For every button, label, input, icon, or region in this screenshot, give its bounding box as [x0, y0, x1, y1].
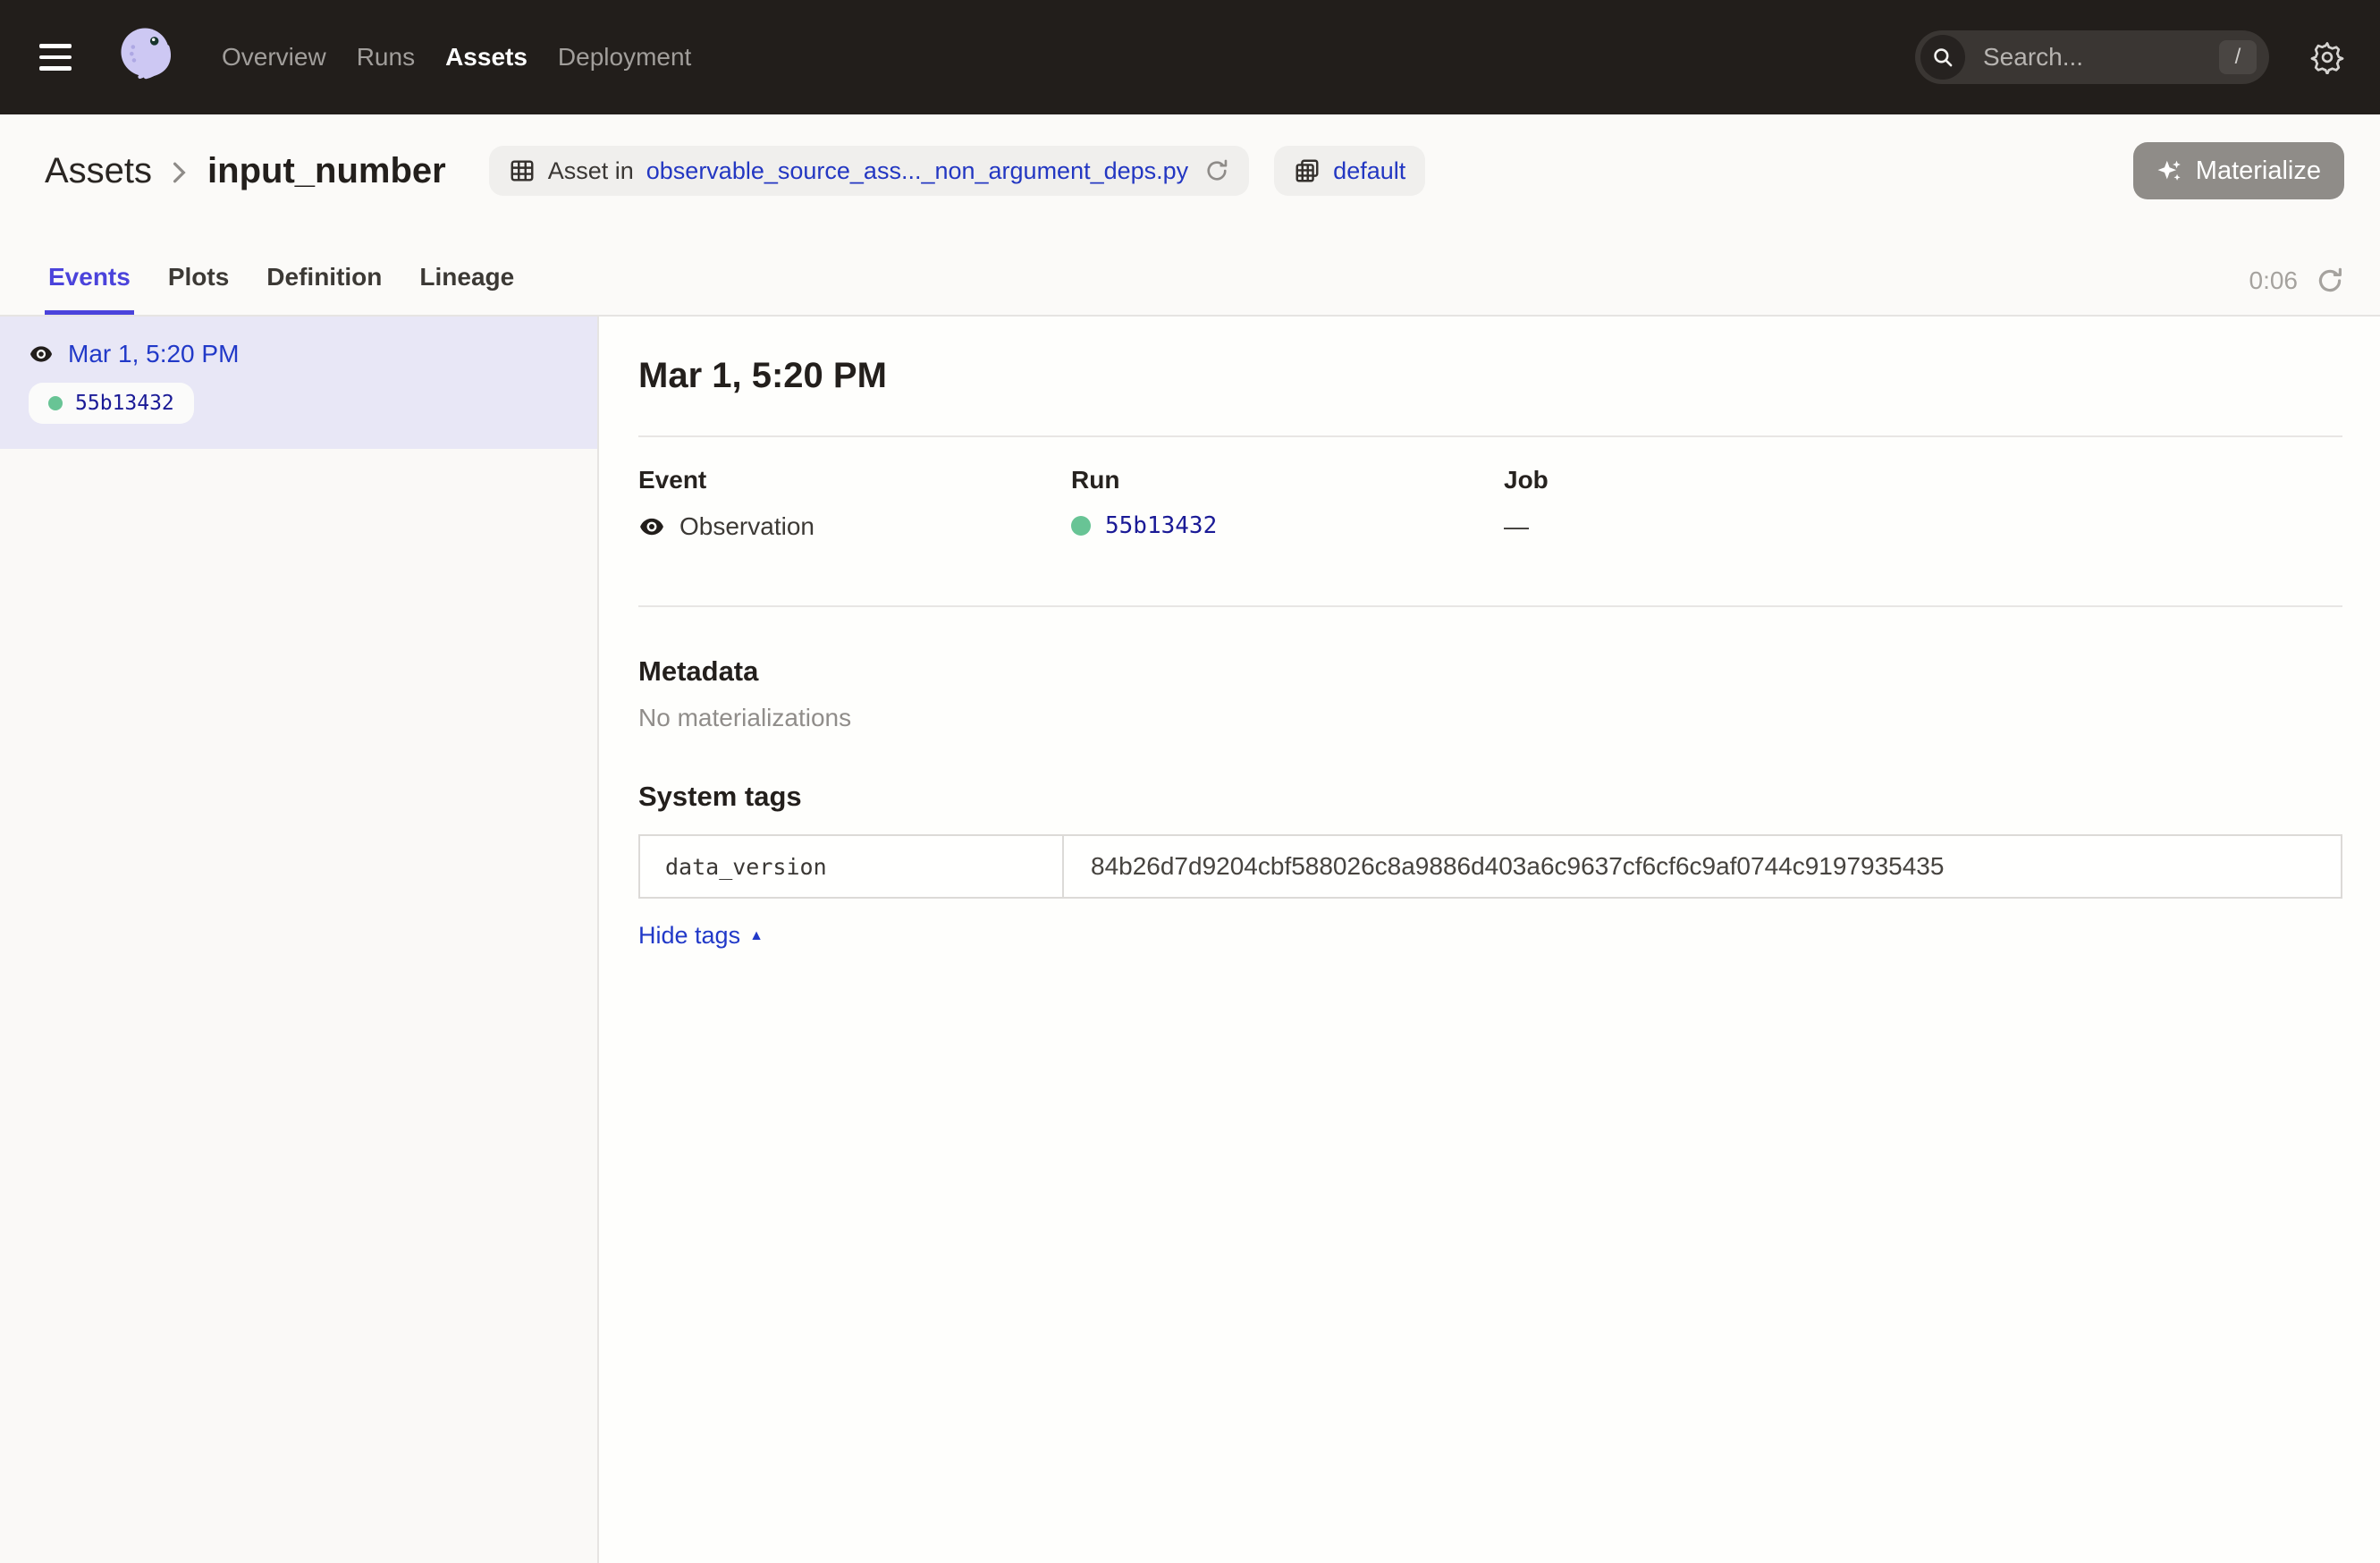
breadcrumb: Assets input_number Asset in observable_…: [45, 146, 1425, 196]
page-header: Assets input_number Asset in observable_…: [0, 114, 2380, 227]
materialize-label: Materialize: [2196, 156, 2321, 186]
job-column: Job —: [1504, 466, 2342, 541]
nav-item-deployment[interactable]: Deployment: [558, 43, 691, 72]
nav-item-assets[interactable]: Assets: [445, 43, 527, 72]
events-sidebar: Mar 1, 5:20 PM 55b13432: [0, 317, 599, 1563]
event-detail-title: Mar 1, 5:20 PM: [638, 356, 2342, 396]
top-nav: Overview Runs Assets Deployment Search..…: [0, 0, 2380, 114]
asset-file-link[interactable]: observable_source_ass..._non_argument_de…: [646, 157, 1188, 185]
table-grid-icon: [509, 157, 536, 184]
tabs-bar: Events Plots Definition Lineage 0:06: [0, 227, 2380, 317]
repo-grid-icon: [1294, 157, 1321, 184]
run-status-dot: [1071, 516, 1091, 536]
materialize-button[interactable]: Materialize: [2133, 142, 2344, 199]
repo-badge: default: [1274, 146, 1425, 196]
run-column: Run 55b13432: [1071, 466, 1504, 541]
job-value: —: [1504, 512, 1529, 541]
tab-lineage[interactable]: Lineage: [416, 263, 518, 315]
divider: [638, 605, 2342, 607]
tabs: Events Plots Definition Lineage: [45, 263, 518, 315]
run-column-label: Run: [1071, 466, 1504, 494]
page-body: Mar 1, 5:20 PM 55b13432 Mar 1, 5:20 PM E…: [0, 317, 2380, 1563]
nav-item-runs[interactable]: Runs: [357, 43, 415, 72]
metadata-heading: Metadata: [638, 655, 2342, 688]
reload-definitions-icon[interactable]: [1204, 158, 1229, 183]
sparkle-icon: [2156, 157, 2183, 184]
search-icon: [1920, 35, 1965, 80]
search-input[interactable]: Search... /: [1915, 30, 2269, 84]
system-tags-heading: System tags: [638, 781, 2342, 813]
asset-location-badge: Asset in observable_source_ass..._non_ar…: [489, 146, 1249, 196]
tag-value-cell: 84b26d7d9204cbf588026c8a9886d403a6c9637c…: [1064, 836, 2341, 897]
primary-nav: Overview Runs Assets Deployment: [222, 43, 691, 72]
dagster-logo[interactable]: [111, 20, 186, 95]
observation-eye-icon: [638, 513, 665, 540]
page-title: input_number: [207, 151, 446, 191]
refresh-countdown: 0:06: [2249, 266, 2299, 295]
hamburger-menu-icon[interactable]: [39, 39, 82, 75]
metadata-empty-text: No materializations: [638, 704, 2342, 732]
run-id-text: 55b13432: [75, 392, 174, 415]
refresh-region: 0:06: [2249, 266, 2345, 315]
observation-eye-icon: [29, 342, 54, 367]
nav-item-overview[interactable]: Overview: [222, 43, 326, 72]
nav-right: Search... /: [1915, 30, 2344, 84]
chevron-right-icon: [172, 161, 188, 184]
event-column: Event Observation: [638, 466, 1071, 541]
search-shortcut-key: /: [2219, 40, 2257, 74]
run-id-link[interactable]: 55b13432: [1105, 512, 1217, 539]
job-column-label: Job: [1504, 466, 2342, 494]
header-badges: Asset in observable_source_ass..._non_ar…: [489, 146, 1426, 196]
tag-key-cell: data_version: [640, 836, 1064, 897]
event-column-label: Event: [638, 466, 1071, 494]
tab-events[interactable]: Events: [45, 263, 134, 315]
divider: [638, 435, 2342, 437]
caret-up-icon: ▲: [749, 929, 764, 943]
tab-definition[interactable]: Definition: [263, 263, 385, 315]
hide-tags-label: Hide tags: [638, 922, 740, 950]
event-timestamp-link[interactable]: Mar 1, 5:20 PM: [68, 340, 239, 368]
event-type-value: Observation: [679, 512, 814, 541]
breadcrumb-assets-link[interactable]: Assets: [45, 151, 152, 191]
event-list-item[interactable]: Mar 1, 5:20 PM 55b13432: [0, 317, 597, 449]
run-id-badge[interactable]: 55b13432: [29, 383, 194, 424]
asset-badge-prefix: Asset in: [548, 157, 634, 185]
dagster-app: Overview Runs Assets Deployment Search..…: [0, 0, 2380, 1563]
event-detail-panel: Mar 1, 5:20 PM Event Observation: [599, 317, 2380, 1563]
system-tags-table: data_version 84b26d7d9204cbf588026c8a988…: [638, 834, 2342, 899]
gear-icon[interactable]: [2310, 40, 2344, 74]
search-placeholder: Search...: [1983, 43, 2219, 72]
tab-plots[interactable]: Plots: [165, 263, 232, 315]
refresh-icon[interactable]: [2316, 266, 2344, 295]
repo-default-link[interactable]: default: [1333, 157, 1405, 185]
hide-tags-link[interactable]: Hide tags ▲: [638, 922, 764, 950]
run-status-dot: [48, 396, 63, 410]
event-summary-columns: Event Observation Run: [638, 466, 2342, 541]
octopus-logo-icon: [111, 20, 186, 95]
